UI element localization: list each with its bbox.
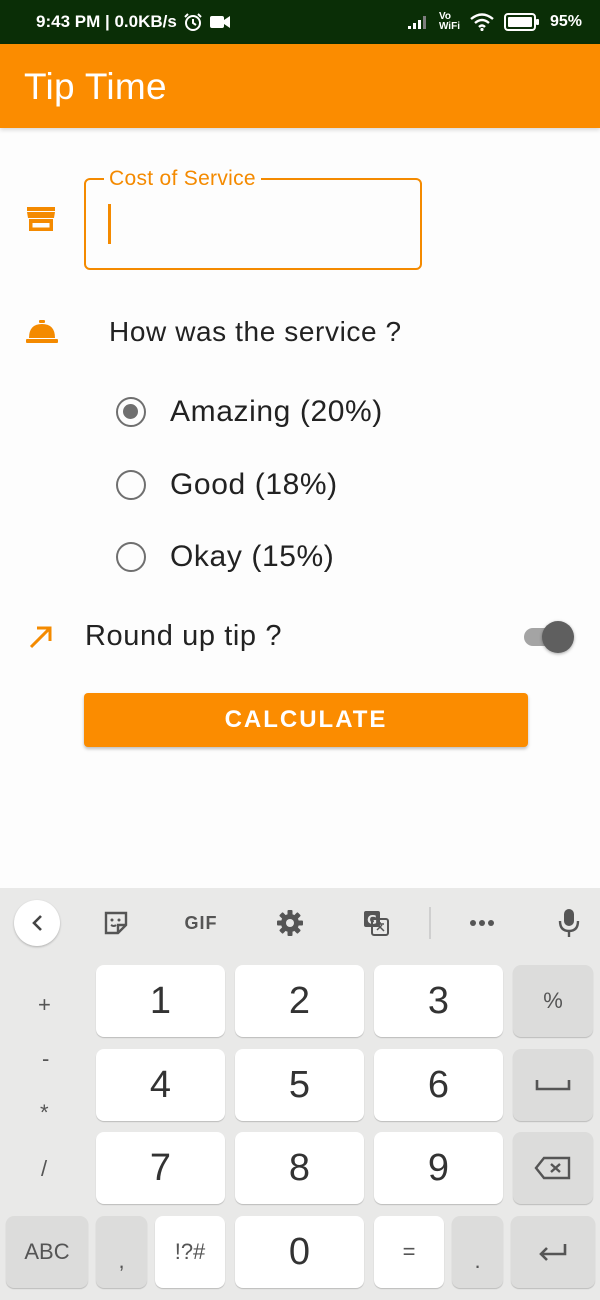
key-0[interactable]: 0 bbox=[235, 1216, 364, 1288]
switch-thumb bbox=[542, 621, 574, 653]
status-right: Vo WiFi 95% bbox=[407, 0, 582, 44]
keyboard-toolbar: GIF G bbox=[0, 888, 600, 958]
wifi-icon bbox=[470, 13, 494, 31]
gear-icon[interactable] bbox=[267, 900, 313, 946]
asterisk-key[interactable]: * bbox=[40, 1100, 49, 1126]
battery-percent: 95% bbox=[549, 13, 582, 30]
more-icon[interactable] bbox=[459, 900, 505, 946]
enter-key[interactable] bbox=[511, 1216, 595, 1288]
video-camera-icon bbox=[209, 14, 231, 30]
enter-icon bbox=[539, 1244, 567, 1261]
sticker-icon[interactable] bbox=[93, 900, 139, 946]
key-6[interactable]: 6 bbox=[374, 1049, 503, 1121]
minus-key[interactable]: - bbox=[42, 1046, 49, 1072]
status-bar: 9:43 PM | 0.0KB/s Vo WiFi 95% bbox=[0, 0, 600, 44]
battery-icon bbox=[503, 13, 540, 31]
signal-icon bbox=[407, 14, 429, 30]
radio-button[interactable] bbox=[116, 542, 146, 572]
round-up-label: Round up tip ? bbox=[85, 620, 283, 652]
radio-option-okay[interactable]: Okay (15%) bbox=[116, 537, 334, 577]
calculate-button[interactable]: CALCULATE bbox=[84, 693, 528, 747]
status-left: 9:43 PM | 0.0KB/s bbox=[36, 0, 231, 44]
space-key[interactable] bbox=[513, 1049, 593, 1121]
alarm-clock-icon bbox=[183, 12, 203, 32]
key-3[interactable]: 3 bbox=[374, 965, 503, 1037]
radio-option-good[interactable]: Good (18%) bbox=[116, 465, 338, 505]
key-5[interactable]: 5 bbox=[235, 1049, 364, 1121]
backspace-key[interactable] bbox=[513, 1132, 593, 1204]
app-bar: Tip Time bbox=[0, 44, 600, 128]
cost-of-service-input[interactable]: Cost of Service bbox=[84, 167, 422, 270]
plus-key[interactable]: + bbox=[38, 992, 51, 1018]
radio-button[interactable] bbox=[116, 470, 146, 500]
period-key[interactable]: . bbox=[452, 1216, 503, 1288]
abc-key[interactable]: ABC bbox=[6, 1216, 88, 1288]
space-bar-icon bbox=[535, 1080, 571, 1091]
app-title: Tip Time bbox=[24, 66, 167, 107]
key-8[interactable]: 8 bbox=[235, 1132, 364, 1204]
toolbar-divider bbox=[429, 907, 431, 939]
radio-label: Good (18%) bbox=[170, 468, 338, 501]
key-percent[interactable]: % bbox=[513, 965, 593, 1037]
key-1[interactable]: 1 bbox=[96, 965, 225, 1037]
text-cursor bbox=[108, 204, 111, 244]
translate-icon[interactable]: G bbox=[353, 900, 399, 946]
round-up-switch[interactable] bbox=[522, 621, 574, 653]
trending-up-arrow-icon bbox=[28, 624, 54, 655]
numeric-keyboard: GIF G + - * / 1 2 3 % 4 5 6 7 8 9 ABC , … bbox=[0, 888, 600, 1300]
key-9[interactable]: 9 bbox=[374, 1132, 503, 1204]
comma-key[interactable]: , bbox=[96, 1216, 147, 1288]
symbols-key[interactable]: !?# bbox=[155, 1216, 225, 1288]
mic-icon[interactable] bbox=[546, 900, 592, 946]
key-2[interactable]: 2 bbox=[235, 965, 364, 1037]
key-7[interactable]: 7 bbox=[96, 1132, 225, 1204]
vowifi-icon: Vo WiFi bbox=[438, 11, 460, 32]
gif-label: GIF bbox=[184, 912, 218, 933]
store-icon bbox=[26, 206, 56, 237]
backspace-icon bbox=[534, 1156, 571, 1180]
service-question: How was the service ? bbox=[109, 316, 402, 347]
status-time-speed: 9:43 PM | 0.0KB/s bbox=[36, 12, 177, 31]
radio-option-amazing[interactable]: Amazing (20%) bbox=[116, 392, 383, 432]
back-icon[interactable] bbox=[14, 900, 60, 946]
cost-of-service-label: Cost of Service bbox=[104, 167, 261, 191]
slash-key[interactable]: / bbox=[41, 1156, 47, 1182]
radio-label: Okay (15%) bbox=[170, 540, 335, 573]
room-service-icon bbox=[26, 318, 58, 349]
radio-button-checked[interactable] bbox=[116, 397, 146, 427]
radio-label: Amazing (20%) bbox=[170, 395, 383, 428]
gif-button[interactable]: GIF bbox=[178, 900, 224, 946]
equals-key[interactable]: = bbox=[374, 1216, 444, 1288]
key-4[interactable]: 4 bbox=[96, 1049, 225, 1121]
